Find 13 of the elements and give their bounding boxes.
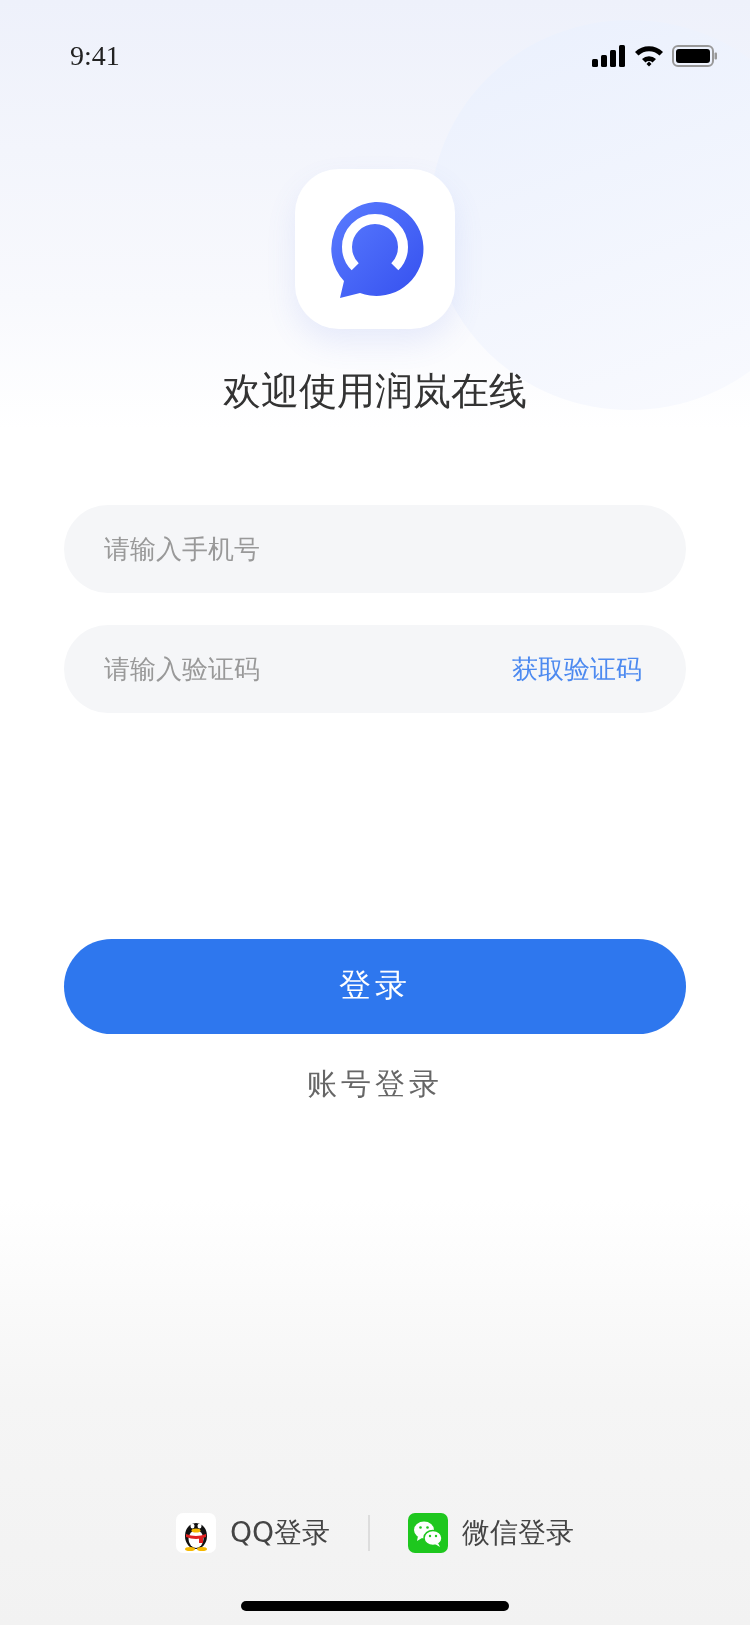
penguin-icon: [175, 1513, 216, 1553]
account-login-link[interactable]: 账号登录: [307, 1063, 443, 1105]
chat-bubbles-icon: [408, 1513, 449, 1553]
input-field[interactable]: 请输入手机号: [64, 504, 686, 593]
welcome-title: 欢迎使用润岚在线: [223, 369, 527, 415]
qq-login-link[interactable]: QQ登录: [229, 1514, 331, 1552]
wechat-login-link[interactable]: 微信登录: [462, 1514, 575, 1552]
login-button[interactable]: 登录: [64, 938, 686, 1034]
battery-icon: [672, 45, 718, 67]
wifi-icon: [634, 45, 664, 67]
status-time: 9:41: [70, 40, 120, 72]
get-code-link[interactable]: 获取验证码: [512, 651, 642, 686]
signal-icon: [592, 45, 626, 67]
